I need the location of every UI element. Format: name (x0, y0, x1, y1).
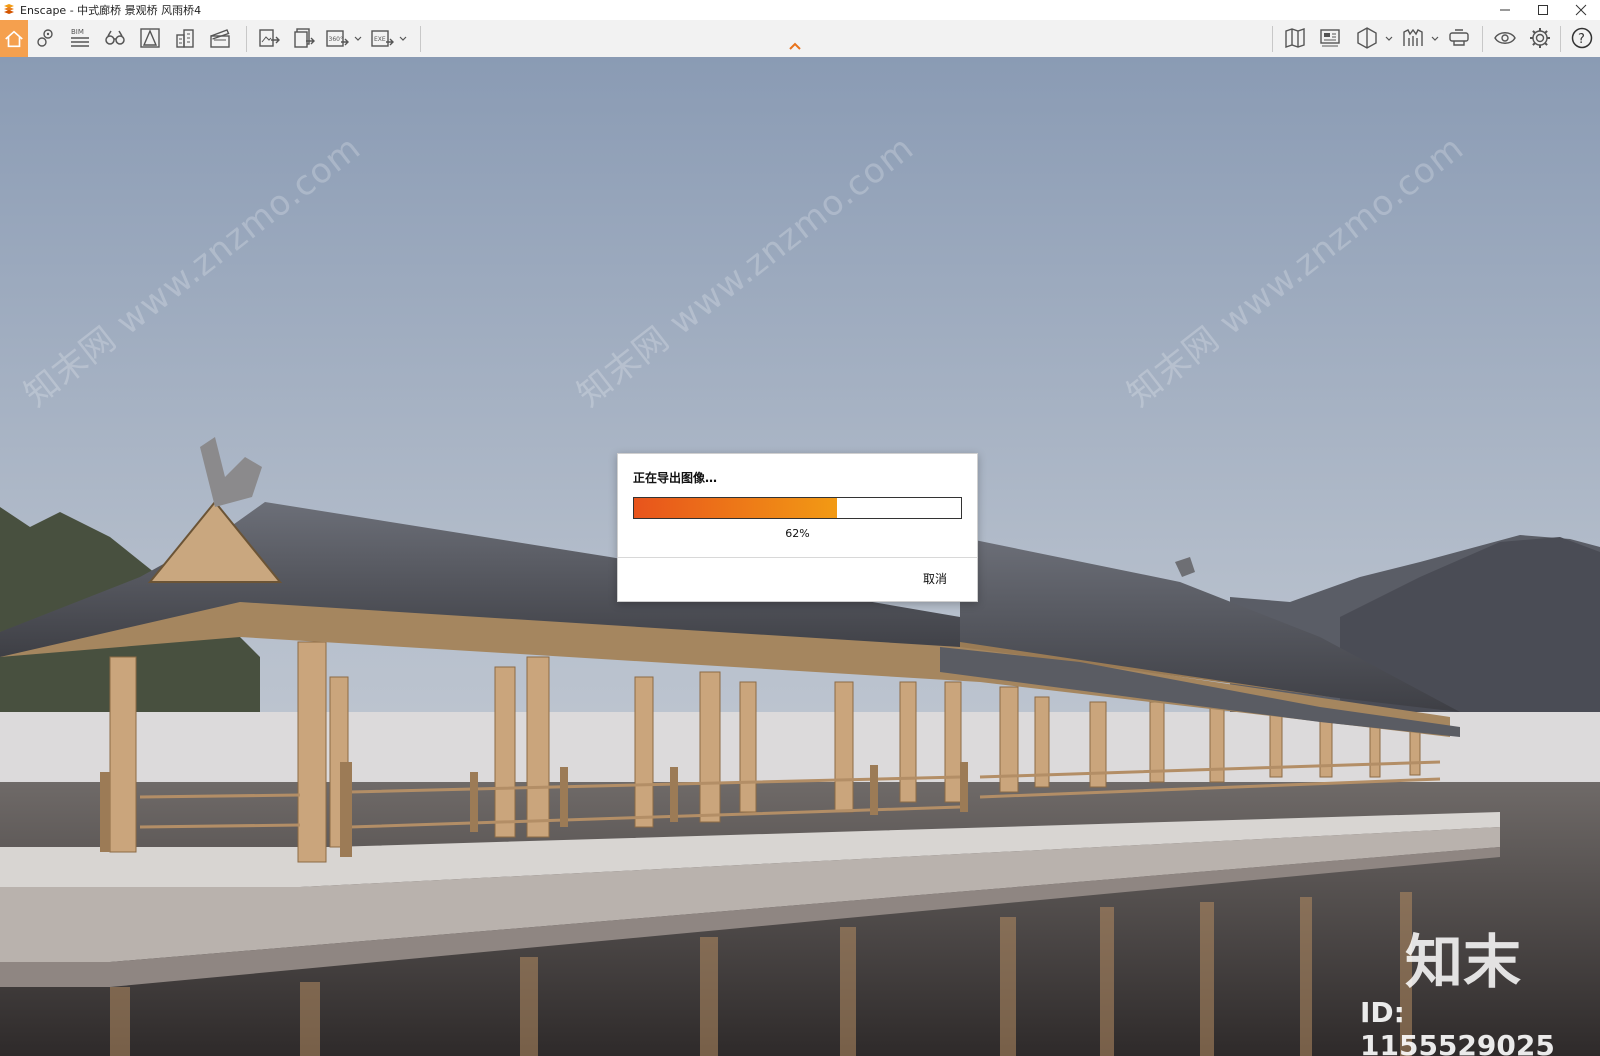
panorama-360-icon: 360° (326, 30, 349, 47)
settings-button[interactable] (1525, 23, 1555, 53)
perspective-icon (140, 28, 160, 48)
dialog-divider (618, 557, 977, 558)
progress-bar (633, 497, 962, 519)
bim-icon: BIM (71, 28, 89, 47)
vr-headset-button[interactable] (1444, 23, 1474, 53)
settings-gear-icon (1530, 28, 1550, 48)
buildings-icon (176, 29, 194, 48)
batch-export-button[interactable] (289, 23, 319, 53)
enscape-logo-icon (4, 4, 14, 14)
billboard-button[interactable] (1315, 23, 1345, 53)
svg-text:360°: 360° (329, 36, 343, 43)
export-image-icon (259, 29, 280, 47)
toolbar-separator (1272, 26, 1273, 52)
watermark-logo: 知末 (1405, 928, 1522, 996)
map-button[interactable] (1280, 23, 1310, 53)
minimize-button[interactable] (1486, 0, 1524, 20)
maximize-button[interactable] (1524, 0, 1562, 20)
export-exe-button[interactable]: EXE (367, 23, 397, 53)
export-progress-dialog: 正在导出图像… 62% 取消 (617, 453, 978, 602)
toolbar-separator (1482, 26, 1483, 52)
svg-text:BIM: BIM (71, 28, 84, 36)
material-library-button[interactable] (1398, 23, 1428, 53)
clapperboard-icon (210, 29, 230, 48)
home-button[interactable] (0, 20, 28, 57)
close-icon (1575, 4, 1587, 16)
help-button[interactable]: ? (1567, 23, 1597, 53)
collapse-toolbar-chevron-icon[interactable] (788, 41, 802, 51)
toolbar-separator (246, 26, 247, 52)
dialog-title: 正在导出图像… (633, 471, 718, 485)
visibility-eye-icon (1494, 32, 1516, 44)
perspective-button[interactable] (135, 23, 165, 53)
video-editor-button[interactable] (205, 23, 235, 53)
location-pin-button[interactable] (30, 23, 60, 53)
panorama-dropdown-chevron-icon[interactable] (353, 33, 363, 43)
cube-icon (1357, 27, 1377, 49)
vr-headset-icon (1449, 29, 1469, 46)
export-dropdown-chevron-icon[interactable] (398, 33, 408, 43)
help-icon: ? (1571, 27, 1593, 49)
billboard-icon (1320, 29, 1340, 47)
progress-percent: 62% (785, 527, 810, 540)
visual-settings-button[interactable] (1490, 23, 1520, 53)
cancel-button[interactable]: 取消 (923, 570, 947, 587)
close-button[interactable] (1562, 0, 1600, 20)
location-pin-icon (37, 29, 53, 47)
material-dropdown-chevron-icon[interactable] (1430, 33, 1440, 43)
home-icon (5, 30, 23, 47)
window-title: Enscape - 中式廊桥 景观桥 风雨桥4 (20, 4, 202, 17)
asset-library-button[interactable] (1352, 23, 1382, 53)
map-icon (1285, 28, 1305, 48)
buildings-button[interactable] (170, 23, 200, 53)
export-image-button[interactable] (254, 23, 284, 53)
toolbar-separator (1560, 26, 1561, 52)
walk-mode-button[interactable] (100, 23, 130, 53)
watermark-id: ID: 1155529025 (1360, 996, 1555, 1056)
progress-bar-fill (634, 498, 837, 518)
svg-text:?: ? (1578, 32, 1585, 47)
export-exe-icon: EXE (371, 30, 394, 47)
window-controls (1486, 0, 1600, 20)
asset-dropdown-chevron-icon[interactable] (1384, 33, 1394, 43)
batch-export-icon (294, 28, 315, 48)
maximize-icon (1538, 5, 1548, 15)
panorama-button[interactable]: 360° (322, 23, 352, 53)
bim-button[interactable]: BIM (65, 23, 95, 53)
minimize-icon (1500, 9, 1510, 11)
toolbar: BIM 360° EXE ? (0, 20, 1600, 58)
material-library-icon (1403, 28, 1423, 46)
binoculars-icon (105, 30, 125, 45)
svg-text:EXE: EXE (374, 36, 386, 43)
title-bar: Enscape - 中式廊桥 景观桥 风雨桥4 (0, 0, 1600, 20)
toolbar-separator (420, 26, 421, 52)
